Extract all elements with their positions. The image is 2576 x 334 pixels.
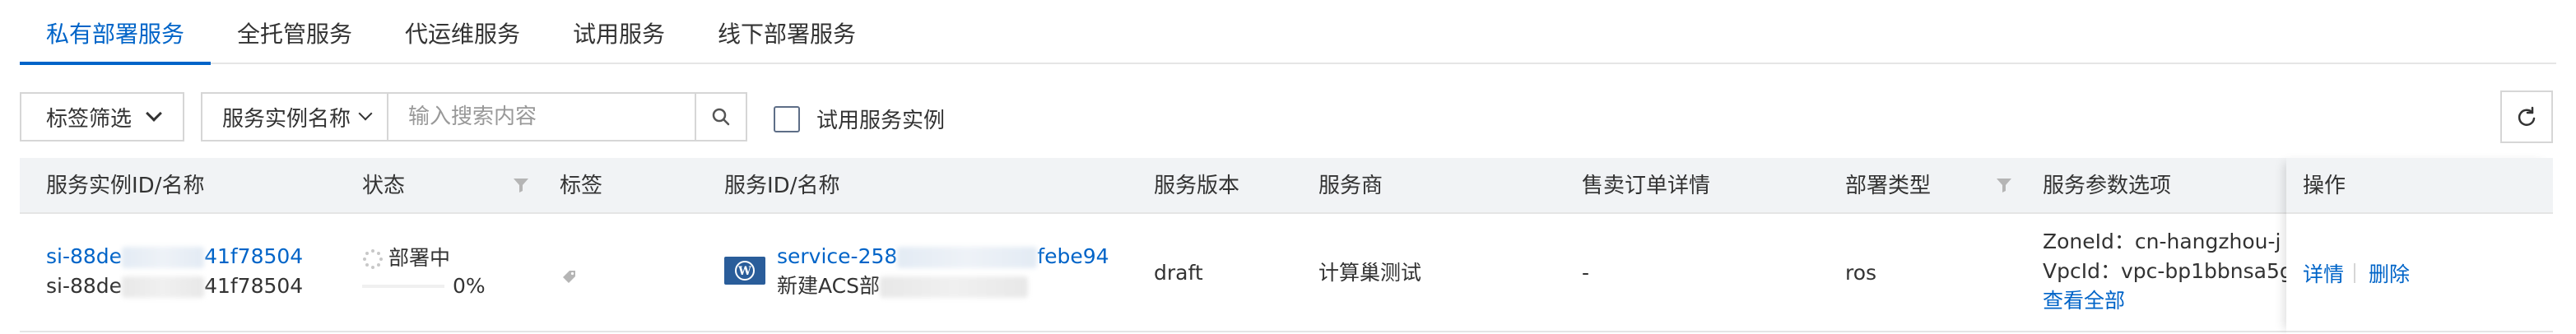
active-tab-indicator (20, 62, 211, 65)
header-instance: 服务实例ID/名称 (46, 174, 205, 198)
redacted-text (897, 247, 1038, 268)
tab-private-deployment[interactable]: 私有部署服务 (46, 18, 184, 51)
filter-icon[interactable] (512, 176, 530, 194)
header-params: 服务参数选项 (2043, 174, 2172, 198)
chevron-down-icon (358, 106, 373, 121)
search-type-select[interactable]: 服务实例名称 (202, 94, 388, 140)
chevron-down-icon (146, 105, 162, 122)
tab-offline-deployment[interactable]: 线下部署服务 (718, 18, 856, 51)
param-vpc-id: VpcId：vpc-bp1bbnsa5g2 (2043, 259, 2306, 283)
service-type-tabs: 私有部署服务 全托管服务 代运维服务 试用服务 线下部署服务 (20, 0, 2556, 65)
service-provider: 计算巢测试 (1318, 261, 1422, 285)
instance-id-link[interactable]: si-88de 41f78504 (46, 242, 303, 271)
service-version: draft (1154, 261, 1203, 285)
service-id-link[interactable]: service-258 febe94 (777, 242, 1109, 271)
status-text: 部署中 (388, 246, 451, 270)
redacted-text (122, 276, 205, 298)
table-row: si-88de 41f78504 si-88de 41f78504 部署中 0% W… (20, 214, 2553, 332)
service-name: 新建ACS部 (777, 271, 1028, 301)
filter-icon[interactable] (1995, 176, 2013, 194)
table-header: 服务实例ID/名称 状态 标签 服务ID/名称 服务版本 服务商 售卖订单详情 … (20, 158, 2553, 214)
order-details: - (1582, 261, 1590, 285)
trial-instance-label: 试用服务实例 (816, 109, 946, 133)
checkbox-box[interactable] (774, 105, 800, 132)
instance-name: si-88de 41f78504 (46, 271, 303, 301)
instance-id-suffix[interactable]: 41f78504 (204, 244, 303, 268)
service-id-prefix[interactable]: service-258 (777, 244, 897, 268)
header-deploy-type: 部署类型 (1845, 174, 1932, 198)
deploy-type: ros (1845, 261, 1877, 285)
delete-link[interactable]: 删除 (2369, 258, 2410, 288)
progress-percent: 0% (453, 274, 486, 298)
search-button[interactable] (695, 94, 746, 140)
tab-managed-operations[interactable]: 代运维服务 (405, 18, 520, 51)
instance-id-prefix[interactable]: si-88de (46, 244, 122, 268)
ops-cell: 详情 删除 (2286, 214, 2553, 332)
instance-name-prefix: si-88de (46, 274, 123, 298)
service-id-suffix[interactable]: febe94 (1037, 244, 1109, 268)
param-zone-id: ZoneId：cn-hangzhou-j (2043, 230, 2281, 253)
tag-filter-dropdown[interactable]: 标签筛选 (20, 92, 184, 141)
service-name-prefix: 新建ACS部 (777, 274, 880, 298)
search-icon (712, 108, 730, 126)
header-service: 服务ID/名称 (724, 174, 840, 198)
loading-spinner-icon (363, 249, 383, 269)
search-input[interactable] (388, 94, 695, 140)
progress-bar (362, 285, 444, 288)
divider (2354, 263, 2355, 283)
operations-column: 操作 详情 删除 (2286, 158, 2553, 334)
header-provider: 服务商 (1318, 174, 1383, 198)
redacted-text (122, 247, 205, 268)
redacted-text (880, 276, 1028, 298)
instance-name-suffix: 41f78504 (204, 274, 304, 298)
detail-link[interactable]: 详情 (2303, 258, 2344, 288)
tag-filter-label: 标签筛选 (46, 106, 133, 132)
header-status: 状态 (362, 174, 406, 198)
header-ops: 操作 (2286, 158, 2553, 214)
trial-instance-checkbox[interactable]: 试用服务实例 (774, 104, 945, 134)
wordpress-logo-icon: W (724, 257, 765, 285)
header-version: 服务版本 (1154, 174, 1240, 198)
header-tags: 标签 (560, 174, 603, 198)
tab-trial[interactable]: 试用服务 (573, 18, 665, 51)
view-all-params-link[interactable]: 查看全部 (2043, 286, 2125, 316)
refresh-button[interactable] (2500, 90, 2553, 143)
svg-text:W: W (737, 265, 751, 278)
refresh-icon (2518, 106, 2536, 126)
tag-icon[interactable] (560, 267, 579, 286)
search-type-label: 服务实例名称 (222, 106, 351, 132)
header-order: 售卖订单详情 (1582, 174, 1711, 198)
tab-fully-managed[interactable]: 全托管服务 (237, 18, 352, 51)
search-group: 服务实例名称 (201, 92, 747, 141)
